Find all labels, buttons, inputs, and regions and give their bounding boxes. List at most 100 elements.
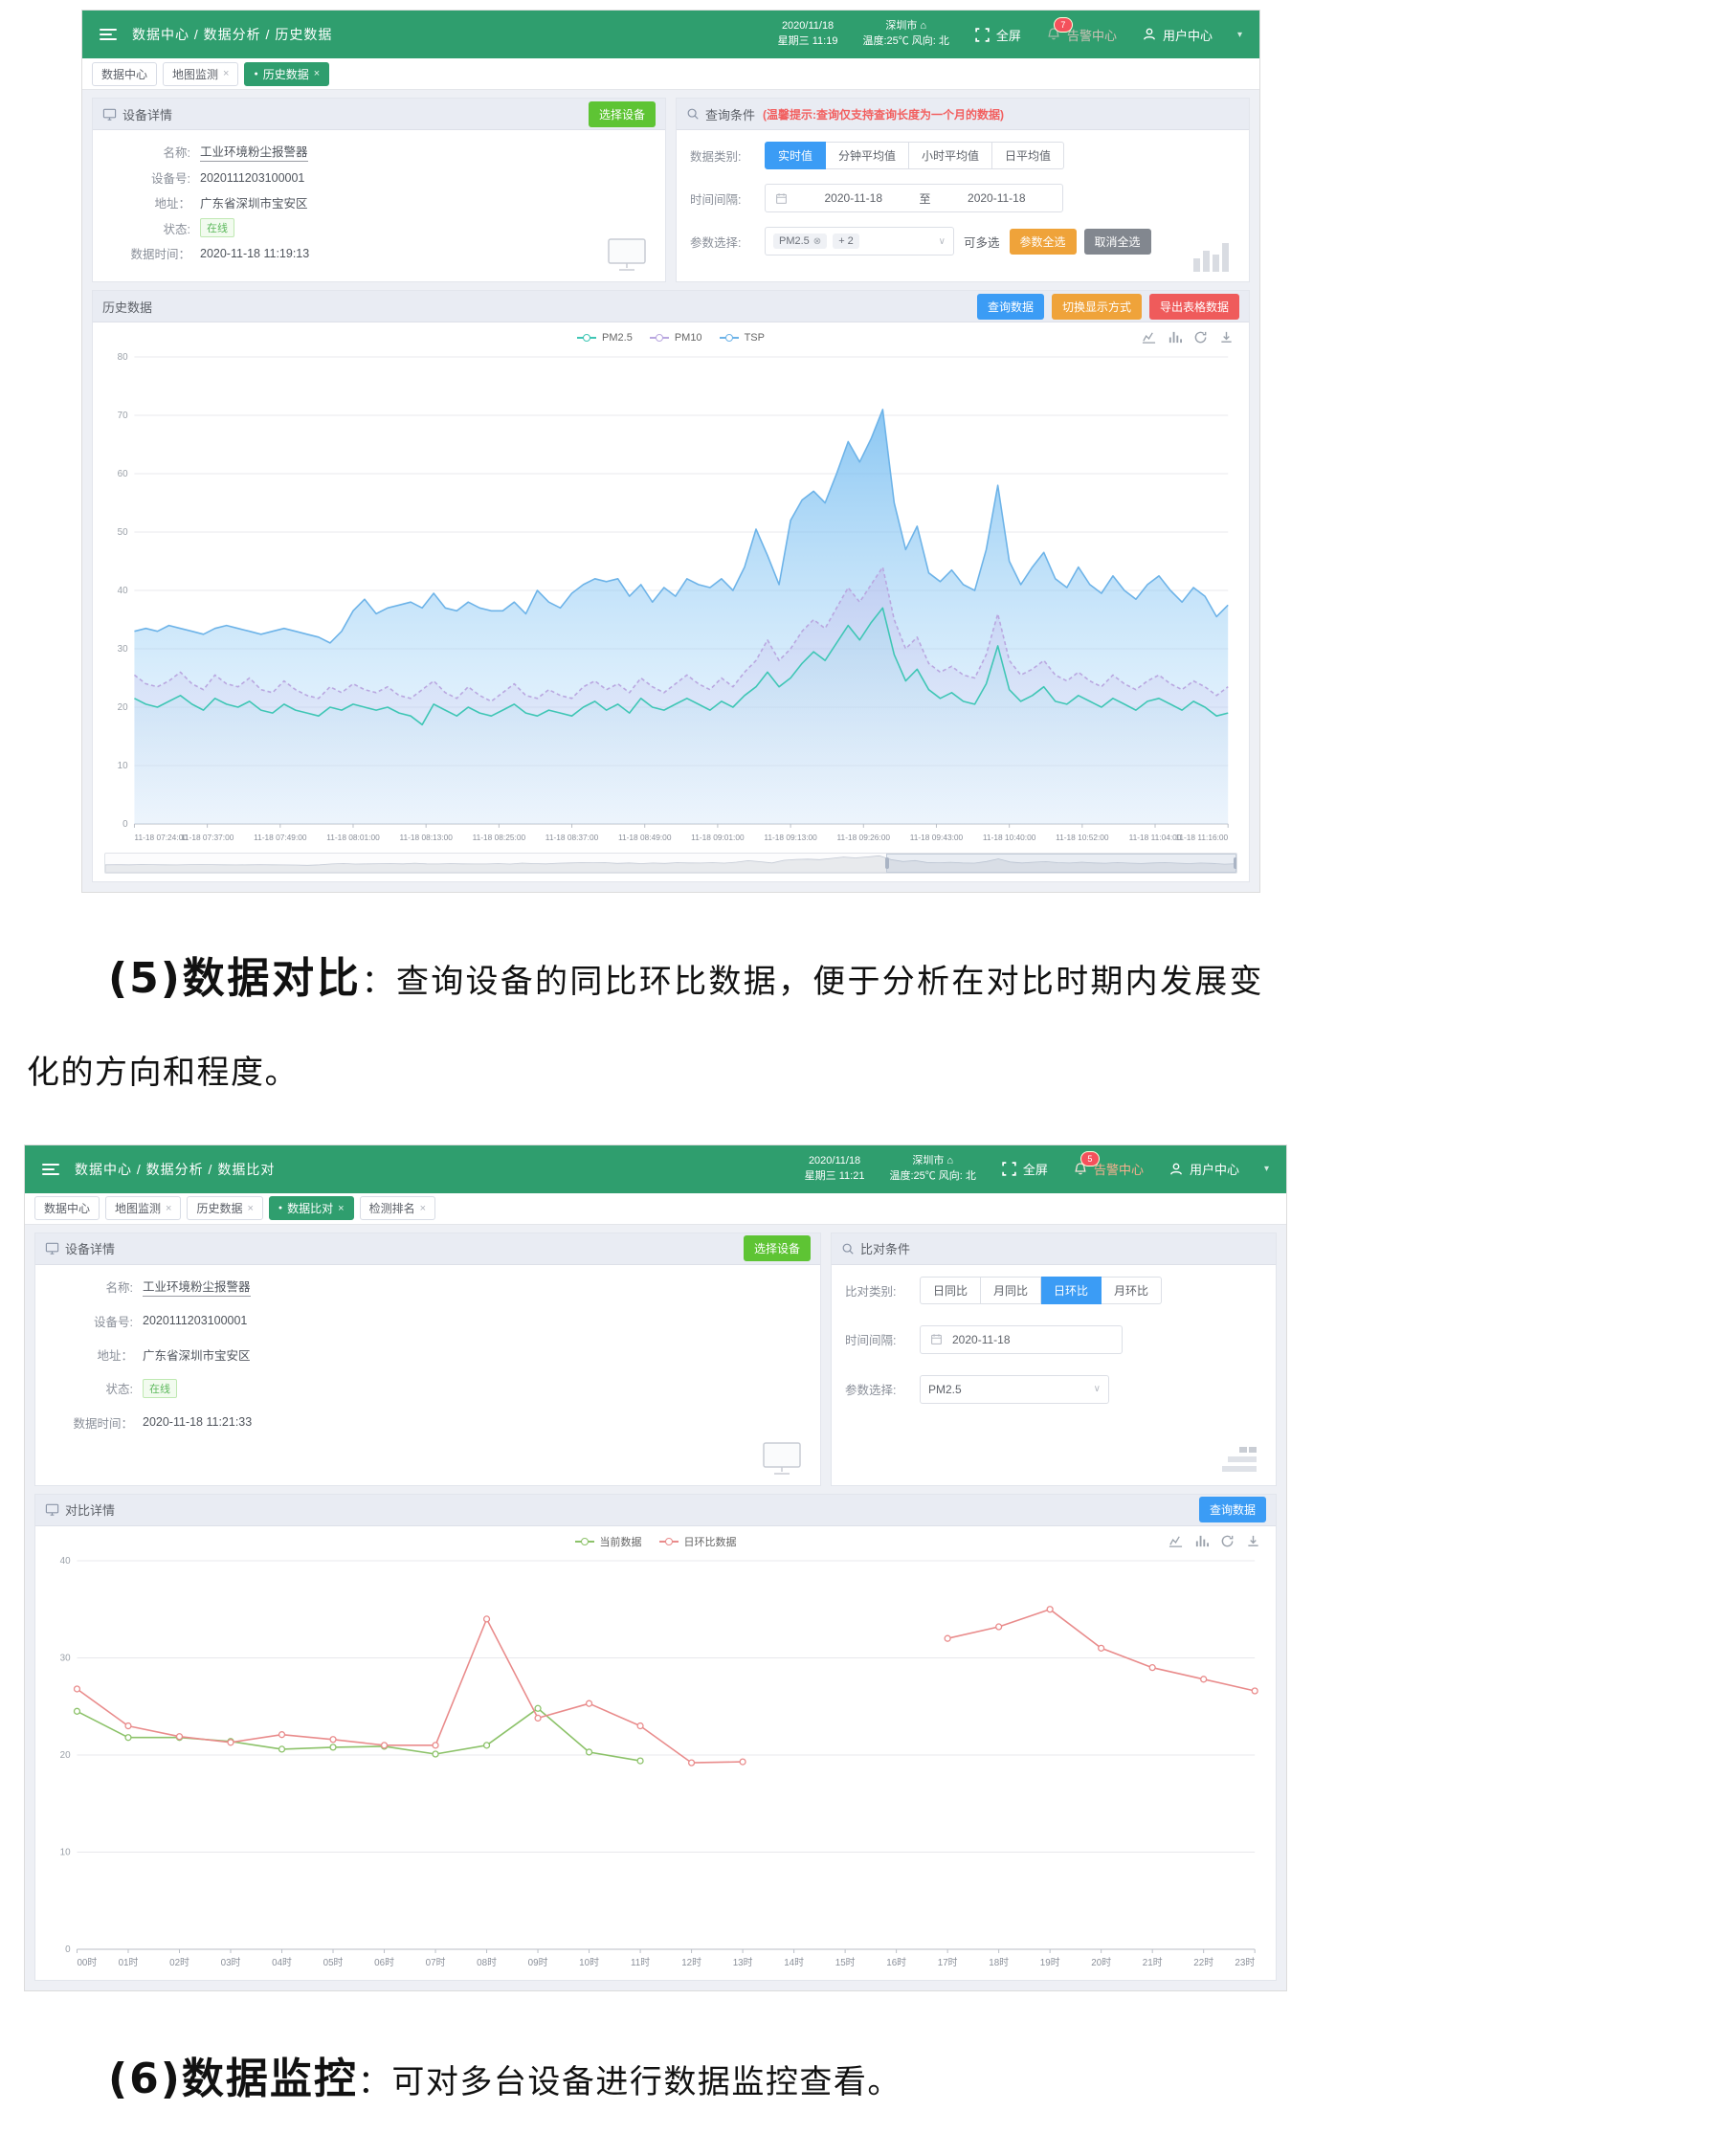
datazoom-handle-right[interactable] [1234, 857, 1237, 869]
legend-item-pm10[interactable]: PM10 [650, 332, 702, 344]
bar-chart-icon[interactable] [1168, 330, 1182, 344]
switch-display-button[interactable]: 切换显示方式 [1052, 294, 1142, 320]
legend-item-current[interactable]: 当前数据 [575, 1534, 642, 1549]
paragraph-5: (5)数据对比：查询设备的同比环比数据，便于分析在对比时期内发展变化的方向和程度… [27, 925, 1263, 1116]
tab-data-compare[interactable]: ●数据比对× [269, 1196, 354, 1220]
select-all-params-button[interactable]: 参数全选 [1010, 229, 1077, 255]
close-icon[interactable]: × [166, 1203, 171, 1214]
option-hour-avg[interactable]: 小时平均值 [909, 142, 992, 169]
alarm-center-button[interactable]: 7 告警中心 [1046, 26, 1117, 44]
close-icon[interactable]: × [420, 1203, 426, 1214]
breadcrumb: 数据中心 / 数据分析 / 数据比对 [75, 1160, 275, 1179]
option-minute-avg[interactable]: 分钟平均值 [826, 142, 909, 169]
compare-condition-panel: 比对条件 比对类别: 日同比 月同比 日环比 月环比 时间间隔: [831, 1233, 1277, 1486]
svg-text:0: 0 [122, 819, 128, 830]
close-icon[interactable]: × [223, 68, 229, 79]
query-condition-panel: 查询条件 (温馨提示:查询仅支持查询长度为一个月的数据) 数据类别: 实时值 分… [676, 98, 1250, 282]
option-day-avg[interactable]: 日平均值 [992, 142, 1064, 169]
device-panel-icon [102, 107, 117, 122]
menu-toggle-icon[interactable] [100, 26, 117, 43]
download-icon[interactable] [1246, 1534, 1260, 1548]
tab-map-monitor[interactable]: 地图监测× [163, 62, 238, 86]
refresh-icon[interactable] [1193, 330, 1208, 344]
device-name-link[interactable]: 工业环境粉尘报警器 [200, 142, 308, 162]
svg-text:00时: 00时 [77, 1957, 97, 1968]
alarm-center-button[interactable]: 5 告警中心 [1073, 1160, 1144, 1178]
legend-marker-icon [720, 337, 739, 339]
datazoom-handle-left[interactable] [885, 857, 889, 869]
svg-text:11时: 11时 [631, 1957, 650, 1968]
history-chart[interactable]: 0102030405060708011-18 07:24:0011-18 07:… [102, 349, 1239, 847]
option-month-yoy[interactable]: 月同比 [981, 1277, 1041, 1304]
tab-bar: 数据中心 地图监测× 历史数据× ●数据比对× 检测排名× [25, 1193, 1286, 1225]
tag-close-icon[interactable]: ⊗ [813, 236, 821, 247]
query-data-button[interactable]: 查询数据 [1199, 1497, 1266, 1522]
tab-data-center[interactable]: 数据中心 [92, 62, 157, 86]
legend-item-tsp[interactable]: TSP [720, 332, 765, 344]
clear-all-params-button[interactable]: 取消全选 [1084, 229, 1151, 255]
tab-data-center[interactable]: 数据中心 [34, 1196, 100, 1220]
option-realtime[interactable]: 实时值 [765, 142, 826, 169]
panel-title: 历史数据 [102, 298, 152, 316]
fullscreen-button[interactable]: 全屏 [974, 26, 1021, 44]
tab-history-data[interactable]: 历史数据× [187, 1196, 262, 1220]
date-range-input[interactable]: 2020-11-18 至 2020-11-18 [765, 184, 1063, 212]
query-data-button[interactable]: 查询数据 [977, 294, 1044, 320]
option-day-mom[interactable]: 日环比 [1041, 1277, 1102, 1304]
panel-title: 查询条件 [705, 105, 755, 123]
user-center-button[interactable]: 用户中心 [1168, 1160, 1239, 1178]
select-device-button[interactable]: 选择设备 [744, 1235, 811, 1261]
svg-text:05时: 05时 [323, 1957, 344, 1968]
legend-item-pm25[interactable]: PM2.5 [577, 332, 633, 344]
svg-text:11-18 09:26:00: 11-18 09:26:00 [837, 833, 891, 842]
legend-item-compare[interactable]: 日环比数据 [659, 1534, 737, 1549]
user-center-button[interactable]: 用户中心 [1142, 26, 1213, 44]
user-center-label: 用户中心 [1190, 1160, 1239, 1178]
select-device-button[interactable]: 选择设备 [589, 101, 656, 127]
weather-text: 温度:25℃ 风向: 北 [889, 1169, 975, 1185]
param-multiselect[interactable]: PM2.5⊗ + 2 ∨ [765, 227, 954, 256]
fullscreen-button[interactable]: 全屏 [1001, 1160, 1048, 1178]
datazoom-window[interactable] [886, 854, 1236, 873]
tab-detect-rank[interactable]: 检测排名× [360, 1196, 435, 1220]
svg-text:40: 40 [118, 586, 128, 596]
svg-text:20时: 20时 [1091, 1957, 1111, 1968]
close-icon[interactable]: × [338, 1203, 344, 1214]
svg-text:01时: 01时 [119, 1957, 139, 1968]
param-value: PM2.5 [928, 1383, 962, 1396]
close-icon[interactable]: × [314, 68, 320, 79]
line-chart-icon[interactable] [1142, 330, 1156, 344]
city-text: 深圳市 [912, 1155, 944, 1166]
calendar-icon [930, 1333, 943, 1345]
line-chart-icon[interactable] [1168, 1534, 1183, 1548]
tab-map-monitor[interactable]: 地图监测× [105, 1196, 181, 1220]
svg-text:11-18 09:13:00: 11-18 09:13:00 [764, 833, 817, 842]
chart-toolbar [1168, 1534, 1260, 1548]
svg-text:11-18 10:40:00: 11-18 10:40:00 [983, 833, 1036, 842]
menu-toggle-icon[interactable] [42, 1161, 59, 1178]
param-select[interactable]: PM2.5 ∨ [920, 1375, 1109, 1404]
field-label: 数据类别: [690, 146, 765, 165]
compare-chart[interactable]: 01020304000时01时02时03时04时05时06时07时08时09时1… [45, 1553, 1266, 1972]
option-day-yoy[interactable]: 日同比 [920, 1277, 981, 1304]
option-month-mom[interactable]: 月环比 [1102, 1277, 1162, 1304]
legend-label: TSP [745, 332, 765, 344]
status-badge: 在线 [200, 218, 234, 237]
tab-history-data[interactable]: ●历史数据× [244, 62, 329, 86]
chevron-down-icon[interactable]: ▾ [1264, 1164, 1269, 1174]
date-text: 2020/11/18 [805, 1154, 865, 1169]
chevron-down-icon[interactable]: ▾ [1237, 30, 1242, 40]
alarm-badge: 5 [1080, 1151, 1100, 1166]
device-detail-panel: 设备详情 选择设备 名称:工业环境粉尘报警器 设备号:2020111203100… [92, 98, 666, 282]
datazoom-slider[interactable] [104, 853, 1237, 874]
date-input[interactable]: 2020-11-18 [920, 1325, 1123, 1354]
svg-text:06时: 06时 [374, 1957, 394, 1968]
close-icon[interactable]: × [247, 1203, 253, 1214]
device-name-link[interactable]: 工业环境粉尘报警器 [143, 1277, 251, 1297]
device-panel-icon [45, 1502, 59, 1517]
legend-marker-icon [650, 337, 669, 339]
bar-chart-icon[interactable] [1194, 1534, 1209, 1548]
refresh-icon[interactable] [1220, 1534, 1235, 1548]
download-icon[interactable] [1219, 330, 1234, 344]
export-table-button[interactable]: 导出表格数据 [1149, 294, 1239, 320]
